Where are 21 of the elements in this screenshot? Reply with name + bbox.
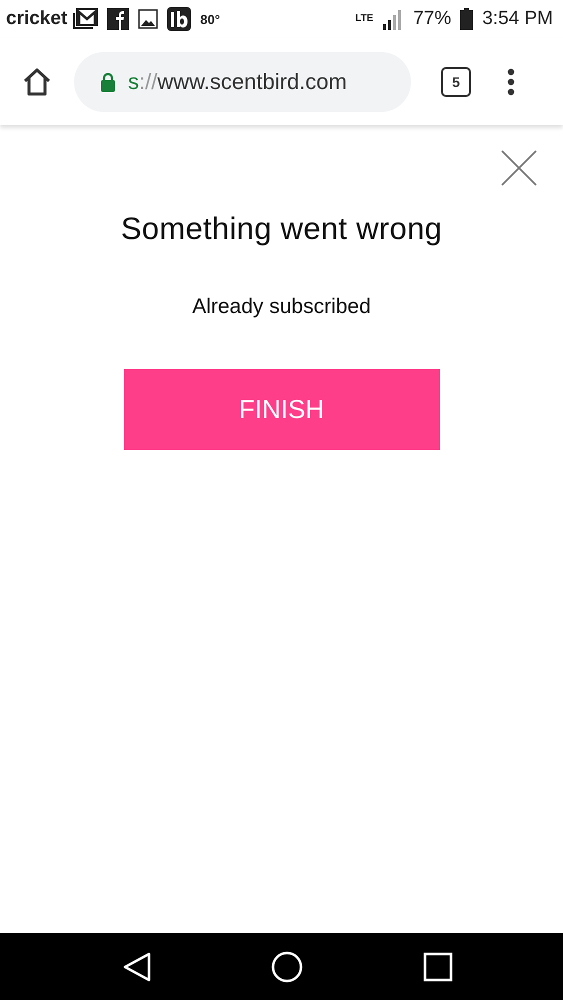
mail-icon [72, 8, 98, 30]
tab-count-button[interactable]: 5 [441, 66, 471, 96]
app-icon [167, 7, 192, 31]
dialog-title: Something went wrong [120, 211, 442, 247]
facebook-icon [107, 8, 130, 30]
close-icon[interactable] [501, 150, 537, 186]
battery-icon [460, 8, 474, 30]
network-type: LTE [355, 14, 374, 24]
temperature: 80° [200, 12, 220, 26]
lock-icon [100, 72, 116, 92]
url-text: s://www.scentbird.com [128, 68, 347, 94]
battery-level: 77% [413, 8, 452, 30]
menu-icon[interactable] [507, 68, 515, 96]
image-icon [138, 9, 158, 29]
clock: 3:54 PM [482, 8, 553, 30]
address-bar[interactable]: s://www.scentbird.com [74, 52, 411, 112]
error-message: Already subscribed [192, 295, 371, 319]
home-icon[interactable] [22, 68, 52, 96]
recent-apps-icon[interactable] [422, 952, 452, 982]
carrier-name: cricket [6, 8, 68, 30]
back-icon[interactable] [122, 952, 150, 982]
